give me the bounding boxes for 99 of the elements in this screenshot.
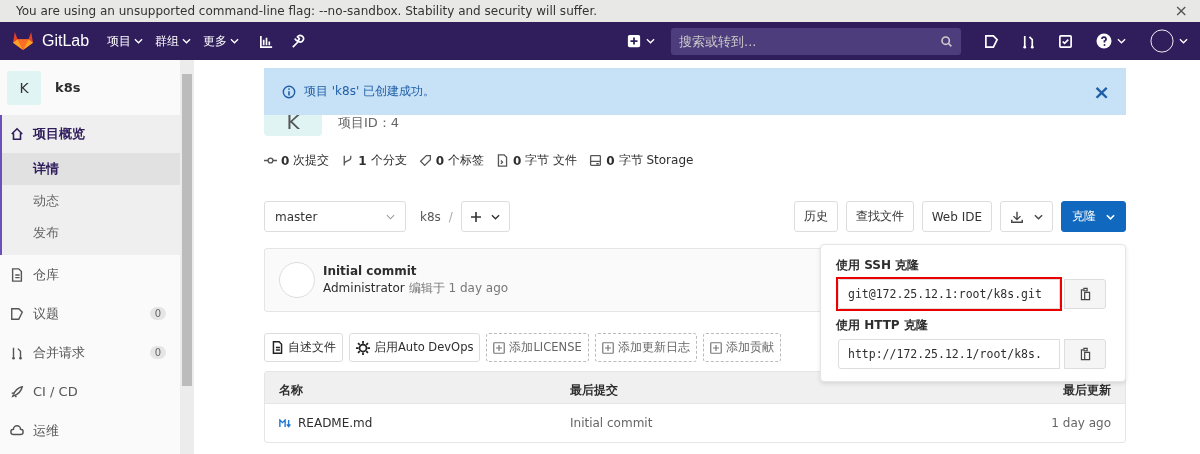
caret-icon <box>1179 38 1188 44</box>
toolbar-button[interactable]: 历史 <box>793 201 838 232</box>
info-icon <box>282 84 296 99</box>
download-button[interactable] <box>1000 201 1053 232</box>
sidebar-item[interactable]: CI / CD <box>0 372 180 411</box>
caret-icon <box>1106 213 1115 220</box>
url-field[interactable]: http://172.25.12.1/root/k8s. <box>838 339 1060 369</box>
close-button[interactable]: × <box>1093 79 1110 104</box>
cloud-icon <box>10 423 24 438</box>
sidebar-subitem[interactable]: 动态 <box>2 185 180 217</box>
stat-link[interactable]: 0 个标签 <box>418 152 485 169</box>
merge-request-icon[interactable] <box>1021 33 1036 49</box>
file-icon <box>271 341 284 354</box>
help-button[interactable] <box>1096 33 1126 49</box>
path-link[interactable]: k8s <box>420 209 441 224</box>
caret-icon <box>386 213 395 220</box>
action-button[interactable]: 添加更新日志 <box>594 333 697 362</box>
commit-title[interactable]: Initial commit <box>323 263 509 278</box>
action-button[interactable]: 自述文件 <box>264 333 343 362</box>
action-button[interactable]: 添加贡献 <box>702 333 781 362</box>
new-button[interactable] <box>627 34 655 48</box>
nav-menu[interactable]: 更多 <box>203 32 240 50</box>
action-button[interactable]: 添加LICENSE <box>486 333 589 362</box>
clone-option-label: 使用 HTTP 克隆 <box>836 317 929 334</box>
file-icon <box>496 154 510 167</box>
column-header: 最后提交 <box>570 382 619 399</box>
rocket-icon <box>10 384 24 399</box>
sidebar-item[interactable]: 议题 0 <box>0 294 180 333</box>
caret-icon <box>490 213 500 220</box>
file-link[interactable]: README.md <box>279 416 570 430</box>
toolbar-button[interactable]: 查找文件 <box>845 201 914 232</box>
scrollbar[interactable] <box>180 60 194 454</box>
search-icon[interactable] <box>940 34 953 48</box>
sidebar-subitem[interactable]: 发布 <box>2 217 180 249</box>
merge-request-icon <box>10 345 24 360</box>
copy-button[interactable] <box>1064 279 1106 309</box>
nav-menu[interactable]: 群组 <box>155 32 192 50</box>
issues-icon[interactable] <box>984 33 999 49</box>
sidebar-item[interactable]: 合并请求 0 <box>0 333 180 372</box>
home-icon <box>10 127 24 141</box>
sidebar-item[interactable]: 运维 <box>0 411 180 450</box>
caret-icon <box>134 38 144 44</box>
column-header: 最后更新 <box>1063 382 1111 399</box>
plus-square-icon <box>709 341 722 354</box>
issues-icon <box>10 306 24 321</box>
nav-menu[interactable]: 项目 <box>107 32 144 50</box>
todo-icon[interactable] <box>1058 33 1073 49</box>
plus-square-icon <box>493 341 506 354</box>
count-badge: 0 <box>149 346 166 359</box>
plus-square-icon <box>601 341 614 354</box>
add-dropdown-button[interactable] <box>460 201 510 232</box>
count-badge: 0 <box>149 307 166 320</box>
table-cell: 1 day ago <box>1051 416 1111 430</box>
download-icon <box>1010 209 1024 224</box>
search-field[interactable]: 搜索或转到... <box>671 27 961 55</box>
toolbar-button[interactable]: Web IDE <box>921 201 992 232</box>
wrench-icon[interactable] <box>290 33 306 49</box>
brand-name[interactable]: GitLab <box>42 32 90 50</box>
author-avatar <box>279 262 315 298</box>
stat-link[interactable]: 0 字节 文件 <box>496 152 578 169</box>
commit-link[interactable]: Initial commit <box>570 416 1052 430</box>
gear-icon <box>356 340 370 355</box>
caret-icon <box>230 38 240 44</box>
storage-icon <box>589 154 603 167</box>
sidebar-item[interactable]: 仓库 <box>0 255 180 294</box>
commit-author[interactable]: Administrator <box>323 280 405 295</box>
caret-icon <box>1117 38 1126 44</box>
stat-link[interactable]: 1 个分支 <box>341 152 407 169</box>
caret-icon <box>182 38 192 44</box>
action-button[interactable]: 启用Auto DevOps <box>349 333 481 362</box>
branch-dropdown[interactable]: master <box>264 201 406 232</box>
caret-icon <box>1034 213 1043 220</box>
fox-logo-icon[interactable] <box>12 31 34 51</box>
project-avatar: K <box>7 70 41 105</box>
project-id: 项目ID：4 <box>338 114 400 132</box>
plus-icon <box>470 211 481 222</box>
clone-button[interactable]: 克隆 <box>1061 201 1126 232</box>
document-icon <box>10 267 24 282</box>
copy-button[interactable] <box>1064 339 1106 369</box>
markdown-icon <box>279 418 293 428</box>
commit-icon <box>264 154 277 167</box>
sidebar-item[interactable]: 项目概览 <box>2 115 180 153</box>
warning-message: You are using an unsupported command-line flag: --no-sandbox. Stability and security will suffer. <box>16 3 598 19</box>
path-separator: / <box>448 209 453 224</box>
column-header: 名称 <box>279 382 304 399</box>
sidebar-subitem[interactable]: 详情 <box>2 153 180 185</box>
user-menu-button[interactable] <box>1150 29 1188 53</box>
project-name[interactable]: k8s <box>55 80 81 95</box>
stat-link[interactable]: 0 次提交 <box>264 152 330 169</box>
url-field[interactable]: git@172.25.12.1:root/k8s.git <box>838 279 1060 309</box>
clone-option-label: 使用 SSH 克隆 <box>836 257 921 274</box>
clipboard-icon <box>1078 287 1092 301</box>
clipboard-icon <box>1078 347 1092 361</box>
bar-chart-icon[interactable] <box>259 33 275 49</box>
commit-time: 编辑于 1 day ago <box>408 280 509 295</box>
caret-icon <box>646 38 655 44</box>
stat-link[interactable]: 0 字节 Storage <box>589 152 694 169</box>
close-button[interactable]: × <box>1174 2 1188 20</box>
tag-icon <box>418 154 432 167</box>
